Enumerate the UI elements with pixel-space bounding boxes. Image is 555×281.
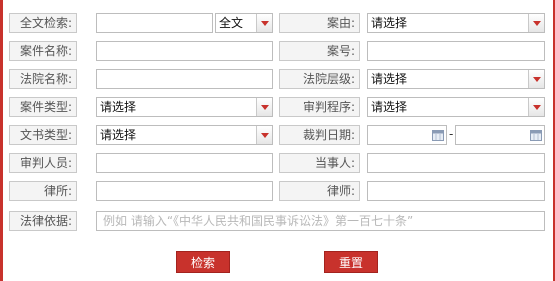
judge-input[interactable] — [96, 153, 273, 173]
document-type-select[interactable]: 请选择 — [96, 125, 273, 145]
trial-procedure-select[interactable]: 请选择 — [367, 97, 545, 117]
judgment-date-start-input[interactable] — [367, 125, 447, 145]
judgment-date-label: 裁判日期: — [279, 125, 360, 145]
case-name-label: 案件名称: — [9, 41, 77, 61]
party-label: 当事人: — [279, 153, 360, 173]
lawyer-label: 律师: — [279, 181, 360, 201]
chevron-down-icon — [528, 14, 544, 32]
chevron-down-icon — [256, 14, 272, 32]
lawyer-input[interactable] — [367, 181, 545, 201]
case-number-input[interactable] — [367, 41, 545, 61]
trial-procedure-label: 审判程序: — [279, 97, 360, 117]
calendar-icon[interactable] — [432, 129, 444, 141]
fulltext-scope-select[interactable]: 全文 — [215, 13, 273, 33]
judge-label: 审判人员: — [9, 153, 77, 173]
case-reason-label: 案由: — [279, 13, 360, 33]
chevron-down-icon — [256, 126, 272, 144]
calendar-icon[interactable] — [530, 129, 542, 141]
party-input[interactable] — [367, 153, 545, 173]
case-type-select[interactable]: 请选择 — [96, 97, 273, 117]
case-number-label: 案号: — [279, 41, 360, 61]
legal-basis-label: 法律依据: — [9, 211, 77, 231]
case-type-value: 请选择 — [100, 100, 137, 114]
chevron-down-icon — [256, 98, 272, 116]
case-reason-select[interactable]: 请选择 — [367, 13, 545, 33]
chevron-down-icon — [528, 70, 544, 88]
document-type-label: 文书类型: — [9, 125, 77, 145]
fulltext-input[interactable] — [96, 13, 213, 33]
court-level-value: 请选择 — [371, 72, 408, 86]
case-name-input[interactable] — [96, 41, 273, 61]
fulltext-scope-value: 全文 — [219, 16, 244, 30]
case-reason-value: 请选择 — [371, 16, 408, 30]
search-button[interactable]: 检索 — [176, 251, 230, 273]
trial-procedure-value: 请选择 — [371, 100, 408, 114]
court-level-label: 法院层级: — [279, 69, 360, 89]
case-type-label: 案件类型: — [9, 97, 77, 117]
court-name-label: 法院名称: — [9, 69, 77, 89]
law-firm-label: 律所: — [9, 181, 77, 201]
legal-basis-input[interactable]: 例如 请输入“《中华人民共和国民事诉讼法》第一百七十条” — [96, 211, 545, 231]
court-name-input[interactable] — [96, 69, 273, 89]
document-type-value: 请选择 — [100, 128, 137, 142]
law-firm-input[interactable] — [96, 181, 273, 201]
court-level-select[interactable]: 请选择 — [367, 69, 545, 89]
reset-button[interactable]: 重置 — [324, 251, 378, 273]
chevron-down-icon — [528, 98, 544, 116]
fulltext-label: 全文检索: — [9, 13, 77, 33]
left-border — [0, 0, 3, 281]
judgment-date-end-input[interactable] — [455, 125, 545, 145]
date-separator: - — [449, 127, 454, 141]
